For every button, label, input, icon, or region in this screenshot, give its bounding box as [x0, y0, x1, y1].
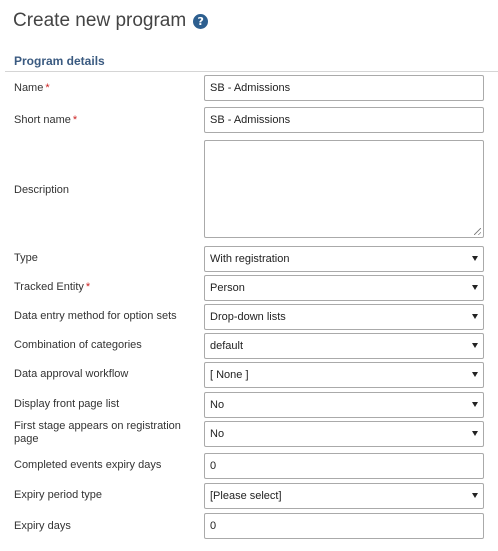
short-name-input[interactable]: SB - Admissions [204, 107, 484, 133]
front-page-list-select-value: No [210, 399, 225, 411]
data-entry-method-select-value: Drop-down lists [210, 311, 286, 323]
category-combo-select[interactable]: default [204, 333, 484, 359]
data-entry-method-select[interactable]: Drop-down lists [204, 304, 484, 330]
tracked-entity-select[interactable]: Person [204, 275, 484, 301]
chevron-down-icon [472, 343, 478, 348]
front-page-list-select[interactable]: No [204, 392, 484, 418]
resize-handle-icon[interactable] [474, 228, 481, 235]
expiry-period-type-select[interactable]: [Please select] [204, 483, 484, 509]
name-label: Name * [14, 82, 50, 94]
first-stage-registration-select-value: No [210, 428, 225, 440]
short-name-label: Short name * [14, 114, 78, 126]
chevron-down-icon [472, 314, 478, 319]
completed-events-expiry-input[interactable]: 0 [204, 453, 484, 479]
help-icon[interactable]: ? [193, 13, 209, 29]
chevron-down-icon [472, 493, 478, 498]
expiry-days-input[interactable]: 0 [204, 513, 484, 539]
approval-workflow-label: Data approval workflow [14, 368, 129, 380]
name-input[interactable]: SB - Admissions [204, 75, 484, 101]
expiry-period-type-select-value: [Please select] [210, 490, 282, 502]
description-textarea[interactable] [204, 140, 484, 238]
expiry-days-label: Expiry days [14, 520, 71, 532]
required-mark: * [45, 82, 50, 94]
section-title: Program details [14, 54, 105, 68]
tracked-entity-label: Tracked Entity * [14, 281, 91, 293]
approval-workflow-select-value: [ None ] [210, 369, 249, 381]
first-stage-registration-label: First stage appears on registration page [14, 420, 181, 445]
type-select[interactable]: With registration [204, 246, 484, 272]
page-title: Create new program ? [13, 10, 209, 32]
type-select-value: With registration [210, 253, 290, 265]
required-mark: * [85, 281, 91, 293]
chevron-down-icon [472, 256, 478, 261]
chevron-down-icon [472, 372, 478, 377]
category-combo-label: Combination of categories [14, 339, 142, 351]
chevron-down-icon [472, 285, 478, 290]
section-header: Program details [5, 45, 498, 72]
type-label: Type [14, 252, 38, 264]
data-entry-method-label: Data entry method for option sets [14, 310, 177, 322]
description-label: Description [14, 184, 70, 196]
approval-workflow-select[interactable]: [ None ] [204, 362, 484, 388]
front-page-list-label: Display front page list [14, 398, 120, 410]
completed-events-expiry-label: Completed events expiry days [14, 459, 162, 471]
expiry-period-type-label: Expiry period type [14, 489, 103, 501]
tracked-entity-select-value: Person [210, 282, 245, 294]
chevron-down-icon [472, 402, 478, 407]
chevron-down-icon [472, 431, 478, 436]
required-mark: * [72, 114, 78, 126]
first-stage-registration-select[interactable]: No [204, 421, 484, 447]
category-combo-select-value: default [210, 340, 244, 352]
page-title-text: Create new program [13, 10, 187, 31]
